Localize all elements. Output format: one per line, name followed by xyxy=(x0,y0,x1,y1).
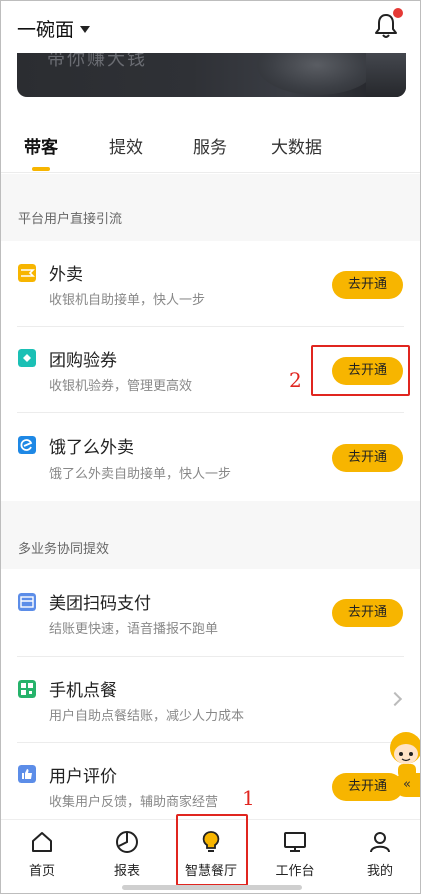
list-item-scan-pay[interactable]: 美团扫码支付 结账更快速，语音播报不跑单 去开通 xyxy=(1,569,420,657)
report-icon xyxy=(116,831,138,853)
activate-button[interactable]: 去开通 xyxy=(332,444,403,472)
row-title: 团购验券 xyxy=(49,351,117,371)
nav-mine[interactable]: 我的 xyxy=(340,830,420,879)
nav-label: 首页 xyxy=(28,864,55,879)
list-item-mobile-order[interactable]: 手机点餐 用户自助点餐结账，减少人力成本 xyxy=(1,657,420,743)
top-header: 一碗面 xyxy=(1,1,420,53)
active-tab-indicator xyxy=(32,167,50,171)
banner-buildings xyxy=(366,53,406,97)
activate-button[interactable]: 去开通 xyxy=(332,271,403,299)
tab-dashuju[interactable]: 大数据 xyxy=(271,133,322,158)
user-icon xyxy=(370,832,390,853)
banner-graphic xyxy=(257,53,377,95)
nav-workbench[interactable]: 工作台 xyxy=(255,830,335,879)
row-title: 美团扫码支付 xyxy=(49,594,151,614)
section-header-bg xyxy=(1,501,420,569)
row-title: 手机点餐 xyxy=(49,681,117,701)
row-subtitle: 收集用户反馈，辅助商家经营 xyxy=(49,795,219,810)
store-selector[interactable]: 一碗面 xyxy=(17,15,91,42)
home-icon xyxy=(32,832,52,852)
tab-tixiao[interactable]: 提效 xyxy=(109,133,143,158)
annotation-label-2: 2 xyxy=(289,368,302,392)
monitor-icon xyxy=(284,832,306,852)
activate-button[interactable]: 去开通 xyxy=(332,599,403,627)
nav-home[interactable]: 首页 xyxy=(2,830,82,879)
qr-order-icon xyxy=(18,680,36,698)
annotation-label-1: 1 xyxy=(242,786,255,810)
list-item-eleme[interactable]: 饿了么外卖 饿了么外卖自助接单，快人一步 去开通 xyxy=(1,413,420,501)
list-item-waimai[interactable]: 外卖 收银机自助接单，快人一步 去开通 xyxy=(1,241,420,327)
section-title: 平台用户直接引流 xyxy=(18,212,123,227)
list-item-review[interactable]: 用户评价 收集用户反馈，辅助商家经营 去开通 xyxy=(1,743,420,819)
promo-banner[interactable]: 带你赚大钱 xyxy=(17,53,406,97)
eleme-icon xyxy=(18,436,36,454)
nav-label: 工作台 xyxy=(275,864,315,879)
annotation-box-1 xyxy=(176,814,248,886)
section-title: 多业务协同提效 xyxy=(18,542,110,557)
row-title: 饿了么外卖 xyxy=(49,438,134,458)
nav-report[interactable]: 报表 xyxy=(87,830,167,879)
nav-label: 报表 xyxy=(113,864,140,879)
tab-daike[interactable]: 带客 xyxy=(24,133,58,158)
annotation-box-2 xyxy=(311,345,410,396)
row-subtitle: 收银机验券，管理更高效 xyxy=(49,379,193,394)
nav-label: 我的 xyxy=(366,864,393,879)
chevron-right-icon[interactable] xyxy=(387,691,403,707)
app-screen: 一碗面 带你赚大钱 带客 提效 服务 大数据 平台用户直接引流 外卖 收银机自助… xyxy=(0,0,421,894)
mascot-collapse-button[interactable]: « xyxy=(394,773,420,797)
row-title: 用户评价 xyxy=(49,767,117,787)
coupon-icon xyxy=(18,349,36,367)
banner-text: 带你赚大钱 xyxy=(47,53,147,70)
caret-down-icon xyxy=(80,26,91,33)
home-indicator xyxy=(122,885,302,890)
row-title: 外卖 xyxy=(49,265,83,285)
notification-dot xyxy=(393,8,403,18)
row-subtitle: 用户自助点餐结账，减少人力成本 xyxy=(49,709,245,724)
thumbs-up-icon xyxy=(18,765,36,783)
store-name: 一碗面 xyxy=(17,19,75,41)
category-tabs: 带客 提效 服务 大数据 xyxy=(1,119,420,173)
takeout-icon xyxy=(18,264,36,282)
row-subtitle: 结账更快速，语音播报不跑单 xyxy=(49,622,219,637)
row-subtitle: 饿了么外卖自助接单，快人一步 xyxy=(49,467,232,482)
row-subtitle: 收银机自助接单，快人一步 xyxy=(49,293,206,308)
tab-fuwu[interactable]: 服务 xyxy=(193,133,227,158)
scan-pay-icon xyxy=(18,593,36,611)
